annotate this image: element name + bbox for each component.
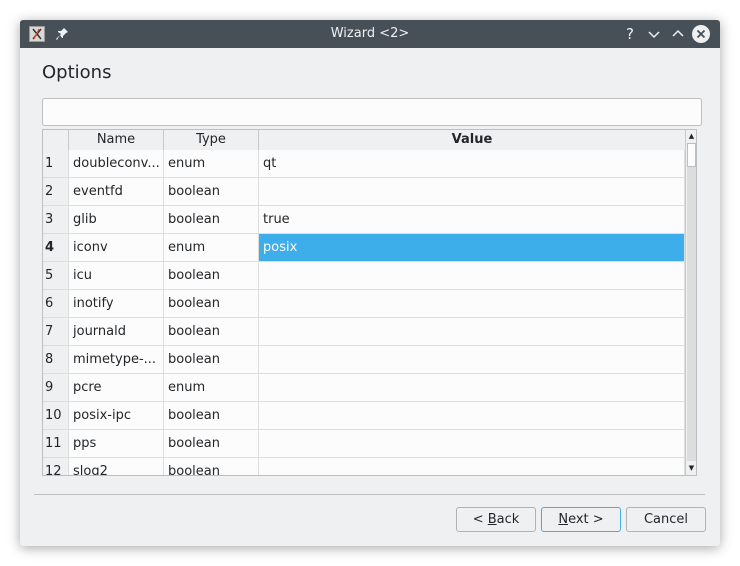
table-row[interactable]: 5 icu boolean (43, 262, 685, 290)
name-cell[interactable]: mimetype-... (69, 346, 164, 374)
row-number: 3 (43, 206, 69, 234)
type-cell[interactable]: boolean (164, 206, 259, 234)
back-label-pre: < (472, 512, 488, 527)
scrollbar-track[interactable] (687, 143, 696, 461)
next-label-post: ext > (568, 512, 604, 527)
type-cell[interactable]: enum (164, 234, 259, 262)
type-cell[interactable]: boolean (164, 458, 259, 475)
value-cell[interactable] (259, 458, 685, 475)
value-cell[interactable] (259, 402, 685, 430)
window-title: Wizard <2> (330, 26, 410, 41)
value-cell[interactable] (259, 178, 685, 206)
back-label-post: ack (496, 512, 520, 527)
chevron-up-icon (672, 29, 684, 37)
name-cell[interactable]: journald (69, 318, 164, 346)
type-cell[interactable]: boolean (164, 430, 259, 458)
type-cell[interactable]: boolean (164, 178, 259, 206)
value-cell[interactable] (259, 262, 685, 290)
row-number: 2 (43, 178, 69, 206)
name-cell[interactable]: pcre (69, 374, 164, 402)
minimize-button[interactable] (644, 24, 664, 44)
row-number: 6 (43, 290, 69, 318)
table-row[interactable]: 11 pps boolean (43, 430, 685, 458)
table-row[interactable]: 6 inotify boolean (43, 290, 685, 318)
table-row[interactable]: 7 journald boolean (43, 318, 685, 346)
row-number: 10 (43, 402, 69, 430)
type-cell[interactable]: boolean (164, 346, 259, 374)
title-bar[interactable]: Wizard <2> ? (20, 20, 720, 48)
value-cell[interactable] (259, 318, 685, 346)
name-cell[interactable]: icu (69, 262, 164, 290)
row-number: 11 (43, 430, 69, 458)
row-number: 9 (43, 374, 69, 402)
type-cell[interactable]: boolean (164, 290, 259, 318)
type-cell[interactable]: enum (164, 374, 259, 402)
value-cell-selected[interactable]: posix (259, 234, 685, 262)
table-header: Name Type Value (43, 130, 685, 151)
type-cell[interactable]: boolean (164, 402, 259, 430)
table-row[interactable]: 2 eventfd boolean (43, 178, 685, 206)
back-mnemonic: B (487, 512, 497, 527)
header-value[interactable]: Value (259, 130, 685, 150)
table-row[interactable]: 3 glib boolean true (43, 206, 685, 234)
row-number: 4 (43, 234, 69, 262)
value-cell[interactable]: true (259, 206, 685, 234)
close-icon (696, 29, 706, 39)
table-row[interactable]: 10 posix-ipc boolean (43, 402, 685, 430)
name-cell[interactable]: eventfd (69, 178, 164, 206)
value-cell[interactable]: qt (259, 150, 685, 178)
name-cell[interactable]: slog2 (69, 458, 164, 475)
header-type[interactable]: Type (164, 130, 259, 150)
scrollbar-thumb[interactable] (687, 143, 696, 167)
scroll-down-arrow-icon[interactable]: ▼ (687, 463, 696, 474)
help-button[interactable]: ? (620, 24, 640, 44)
scroll-up-arrow-icon[interactable]: ▲ (687, 131, 696, 142)
type-cell[interactable]: boolean (164, 318, 259, 346)
value-cell[interactable] (259, 374, 685, 402)
name-cell[interactable]: inotify (69, 290, 164, 318)
table-row[interactable]: 8 mimetype-... boolean (43, 346, 685, 374)
options-table: Name Type Value 1 doubleconv... enum qt … (42, 129, 697, 476)
name-cell[interactable]: posix-ipc (69, 402, 164, 430)
header-row-number (43, 130, 69, 150)
value-cell[interactable] (259, 290, 685, 318)
page-title: Options (42, 62, 112, 83)
value-cell[interactable] (259, 346, 685, 374)
row-number: 5 (43, 262, 69, 290)
name-cell[interactable]: doubleconv... (69, 150, 164, 178)
type-cell[interactable]: enum (164, 150, 259, 178)
wizard-window: Wizard <2> ? Options Name Type Value 1 d… (20, 20, 720, 546)
back-button[interactable]: < Back (456, 507, 536, 532)
value-cell[interactable] (259, 430, 685, 458)
table-row[interactable]: 9 pcre enum (43, 374, 685, 402)
row-number: 7 (43, 318, 69, 346)
maximize-button[interactable] (668, 24, 688, 44)
name-cell[interactable]: iconv (69, 234, 164, 262)
next-button[interactable]: Next > (541, 507, 621, 532)
type-cell[interactable]: boolean (164, 262, 259, 290)
table-body: 1 doubleconv... enum qt 2 eventfd boolea… (43, 150, 685, 475)
vertical-scrollbar[interactable]: ▲ ▼ (685, 130, 696, 475)
chevron-down-icon (648, 31, 660, 39)
table-row[interactable]: 1 doubleconv... enum qt (43, 150, 685, 178)
close-button[interactable] (692, 25, 710, 43)
name-cell[interactable]: glib (69, 206, 164, 234)
filter-input[interactable] (42, 98, 702, 126)
next-mnemonic: N (558, 512, 569, 527)
footer-divider (34, 494, 705, 495)
table-row-selected[interactable]: 4 iconv enum posix (43, 234, 685, 262)
cancel-button[interactable]: Cancel (626, 507, 706, 532)
row-number: 1 (43, 150, 69, 178)
row-number: 12 (43, 458, 69, 475)
row-number: 8 (43, 346, 69, 374)
name-cell[interactable]: pps (69, 430, 164, 458)
table-row[interactable]: 12 slog2 boolean (43, 458, 685, 475)
header-name[interactable]: Name (69, 130, 164, 150)
